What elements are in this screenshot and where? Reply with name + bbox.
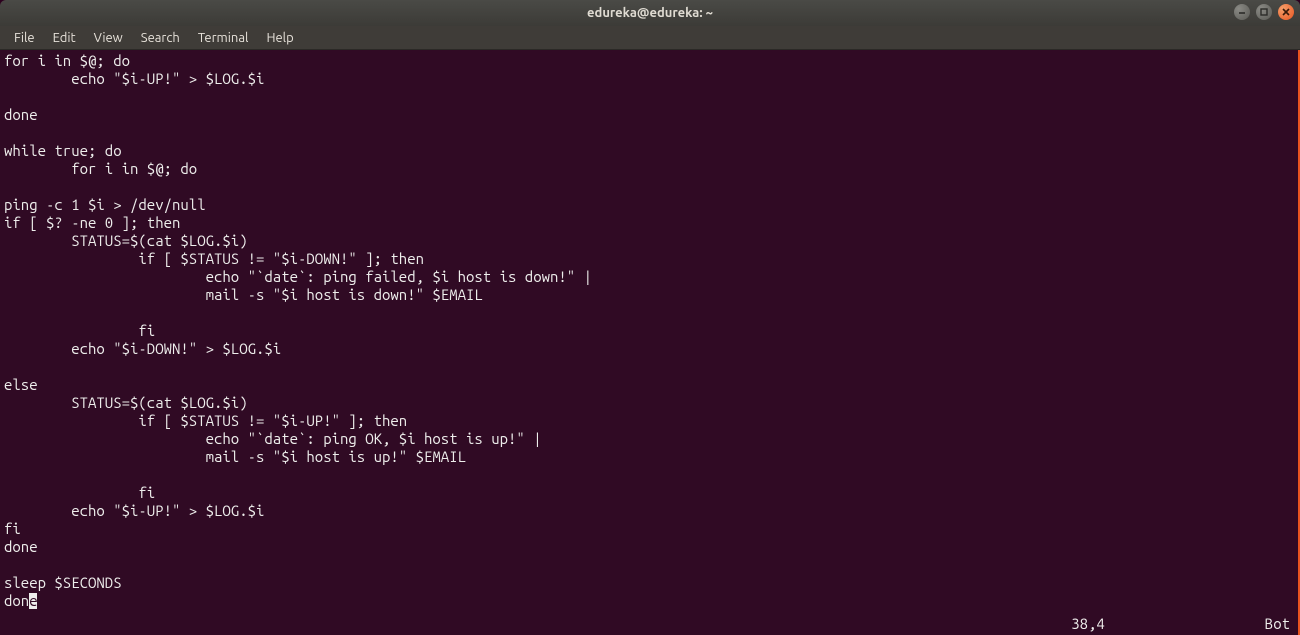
menu-help[interactable]: Help: [258, 29, 301, 47]
vim-status-line: 38,4 Bot: [8, 615, 1290, 633]
window-title: edureka@edureka: ~: [0, 6, 1300, 20]
menu-view[interactable]: View: [86, 29, 131, 47]
maximize-button[interactable]: [1256, 4, 1272, 20]
maximize-icon: [1260, 8, 1268, 16]
terminal-viewport[interactable]: for i in $@; do echo "$i-UP!" > $LOG.$i …: [0, 50, 1300, 635]
minimize-icon: [1238, 8, 1246, 16]
cursor-position: 38,4: [1071, 615, 1105, 633]
menu-search[interactable]: Search: [133, 29, 188, 47]
terminal-text: for i in $@; do echo "$i-UP!" > $LOG.$i …: [4, 52, 1294, 610]
menu-edit[interactable]: Edit: [45, 29, 84, 47]
close-button[interactable]: [1278, 4, 1294, 20]
terminal-window: edureka@edureka: ~ File Edit View Search…: [0, 0, 1300, 635]
menu-terminal[interactable]: Terminal: [190, 29, 257, 47]
titlebar: edureka@edureka: ~: [0, 0, 1300, 26]
scroll-percent: Bot: [1265, 615, 1290, 633]
menubar: File Edit View Search Terminal Help: [0, 26, 1300, 50]
window-controls: [1234, 4, 1294, 20]
minimize-button[interactable]: [1234, 4, 1250, 20]
close-icon: [1282, 8, 1290, 16]
menu-file[interactable]: File: [6, 29, 43, 47]
